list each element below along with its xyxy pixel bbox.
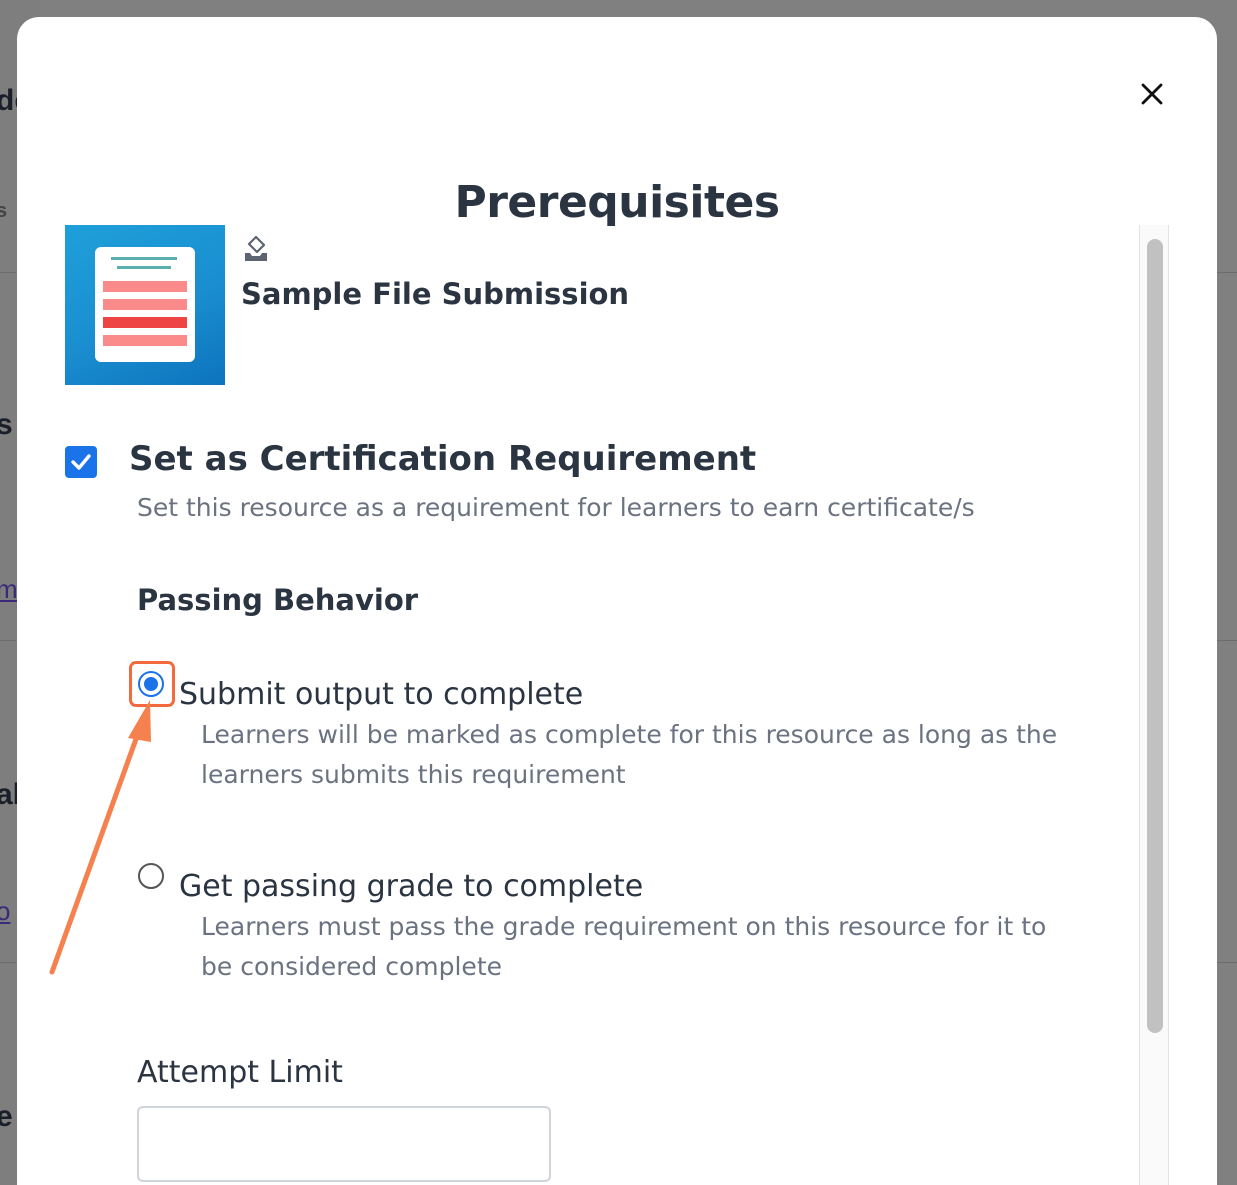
background-divider	[0, 962, 16, 963]
background-link-fragment[interactable]: o	[0, 896, 10, 927]
modal-scroll-content[interactable]: Sample File Submission Set as Certificat…	[17, 225, 1167, 1185]
background-text-fragment: s	[0, 200, 8, 222]
certification-description: Set this resource as a requirement for l…	[137, 493, 975, 522]
radio-passing-grade[interactable]	[138, 863, 164, 889]
close-button[interactable]	[1137, 79, 1167, 109]
passing-behavior-label: Passing Behavior	[137, 583, 419, 617]
option-label-passing-grade[interactable]: Get passing grade to complete	[179, 869, 643, 904]
attempt-limit-input[interactable]	[137, 1106, 551, 1182]
background-link-fragment[interactable]: m	[0, 574, 18, 605]
option-description-line: Learners must pass the grade requirement…	[201, 912, 1047, 941]
option-label-submit-output[interactable]: Submit output to complete	[179, 677, 583, 712]
scrollbar-thumb[interactable]	[1147, 239, 1163, 1033]
option-description-passing-grade: Learners must pass the grade requirement…	[201, 907, 1121, 987]
background-text-fragment: s	[0, 408, 13, 441]
radio-submit-output[interactable]	[138, 671, 164, 697]
option-description-submit-output: Learners will be marked as complete for …	[201, 715, 1121, 795]
attempt-limit-label: Attempt Limit	[137, 1055, 343, 1090]
background-divider	[1217, 640, 1237, 641]
background-divider	[1217, 962, 1237, 963]
background-divider	[0, 272, 16, 273]
resource-thumbnail	[65, 225, 225, 385]
background-divider	[1217, 272, 1237, 273]
certification-title: Set as Certification Requirement	[129, 439, 757, 479]
certification-checkbox[interactable]	[65, 446, 97, 478]
prerequisites-modal: Prerequisites Sample File Submission Set…	[17, 17, 1217, 1185]
document-icon	[95, 247, 195, 362]
background-divider	[0, 640, 16, 641]
file-submission-icon	[245, 235, 267, 261]
scrollbar[interactable]	[1139, 225, 1169, 1185]
option-description-line: learners submits this requirement	[201, 760, 626, 789]
option-description-line: Learners will be marked as complete for …	[201, 720, 1058, 749]
background-text-fragment: e	[0, 1100, 13, 1133]
modal-title: Prerequisites	[454, 177, 780, 228]
checkmark-icon	[71, 454, 91, 470]
close-icon[interactable]	[1140, 82, 1164, 106]
resource-title: Sample File Submission	[241, 277, 630, 311]
option-description-line: be considered complete	[201, 952, 503, 981]
